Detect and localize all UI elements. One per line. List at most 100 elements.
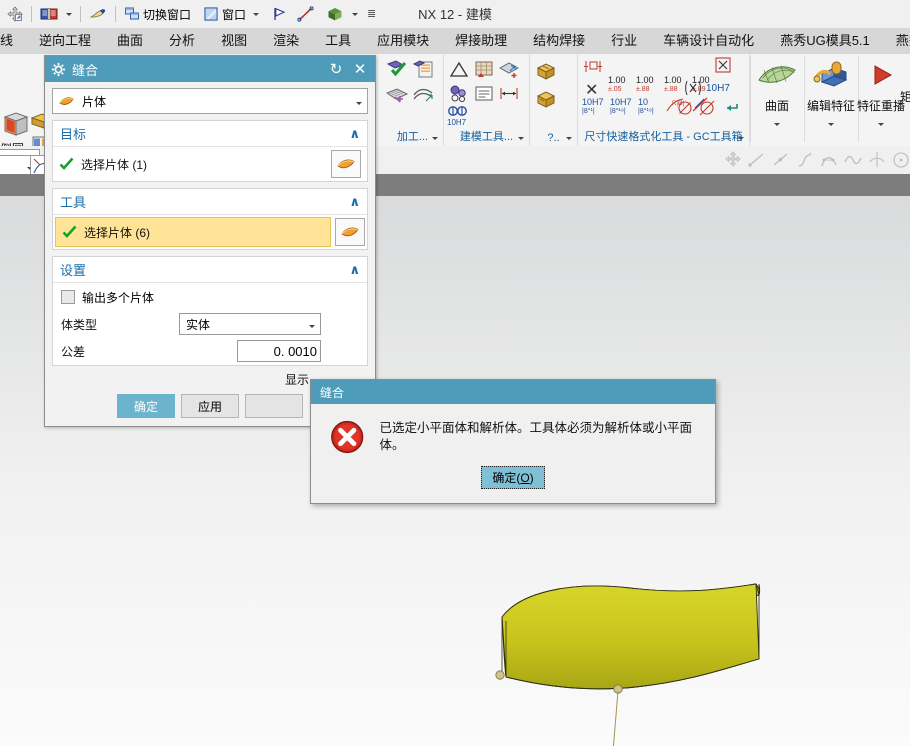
qat-measure-button[interactable] <box>294 3 318 25</box>
sew-body-type-caret-icon[interactable] <box>309 325 315 328</box>
menu-item-2[interactable]: 曲面 <box>104 28 156 54</box>
ribbon-button-edit-feature[interactable]: 编辑特征 <box>806 58 856 129</box>
model-sheet-body[interactable] <box>460 559 820 746</box>
sew-ok-button[interactable]: 确定 <box>117 394 175 418</box>
chevron-up-icon[interactable]: ∧ <box>349 194 360 210</box>
return-arrow-icon[interactable] <box>722 100 740 116</box>
circle-center-icon[interactable] <box>890 149 910 171</box>
ribbon-button-feature-replay-caret-icon[interactable] <box>878 123 884 126</box>
ribbon-group-modeling-tools-caret-icon[interactable] <box>518 137 524 140</box>
menu-item-12[interactable]: 燕秀UG模具5.1 <box>767 28 883 54</box>
sew-multi-sheet-checkbox[interactable] <box>61 290 75 304</box>
gc-fit-label[interactable]: 10H7 <box>706 83 730 94</box>
close-icon[interactable]: ✕ <box>351 60 369 78</box>
sew-cancel-button[interactable] <box>245 394 303 418</box>
qat-switch-window-label: 切换窗口 <box>143 7 192 22</box>
block-stack-2-icon[interactable] <box>534 88 560 112</box>
qat-book-button[interactable] <box>37 3 75 25</box>
sew-target-select-button[interactable] <box>331 150 361 178</box>
no-diameter-2-icon[interactable] <box>698 99 718 117</box>
no-diameter-icon[interactable] <box>676 99 696 117</box>
menubar: 线 逆向工程 曲面 分析 视图 渲染 工具 应用模块 焊接助理 结构焊接 行业 … <box>0 28 910 54</box>
sew-tool-select-button[interactable] <box>335 218 365 246</box>
ribbon-button-surface[interactable]: 曲面 <box>752 58 802 129</box>
sew-target-header[interactable]: 目标 ∧ <box>53 121 367 147</box>
fit-code-2[interactable]: 10H7 |8°¹⁹| <box>610 98 632 116</box>
ribbon-button-rect[interactable]: 矩 <box>896 58 910 105</box>
dim-tol-1[interactable]: 1.00 ±.05 <box>608 76 626 94</box>
ribbon-group-machining-label[interactable]: 加工... <box>382 128 443 144</box>
ribbon-group-gc-toolbox-label[interactable]: 尺寸快速格式化工具 - GC工具箱 <box>578 128 749 144</box>
qat-cube-caret-icon[interactable] <box>352 12 359 16</box>
mesh-surface-icon[interactable] <box>385 85 409 109</box>
fit-code-1[interactable]: 10H7 |8°¹| <box>582 98 604 116</box>
intersection-point-icon[interactable] <box>866 149 888 171</box>
menu-item-5[interactable]: 渲染 <box>260 28 312 54</box>
sew-tolerance-input[interactable]: 0. 0010 <box>237 340 321 362</box>
menu-item-10[interactable]: 行业 <box>598 28 650 54</box>
chevron-up-icon[interactable]: ∧ <box>349 126 360 142</box>
studio-spline-icon[interactable] <box>818 149 840 171</box>
line-icon[interactable] <box>746 149 768 171</box>
fit-tolerance-icon[interactable]: 10H7 <box>446 104 472 128</box>
dim-tol-3[interactable]: 1.00 ±.88 <box>664 76 682 94</box>
qat-brush-button[interactable] <box>86 3 110 25</box>
dim-tol-2[interactable]: 1.00 ±.88 <box>636 76 654 94</box>
sew-settings-header[interactable]: 设置 ∧ <box>53 257 367 283</box>
add-region-icon[interactable] <box>498 59 520 81</box>
menu-item-7[interactable]: 应用模块 <box>364 28 442 54</box>
note-icon[interactable] <box>473 83 495 105</box>
menu-item-0[interactable]: 线 <box>0 28 26 54</box>
ribbon-button-surface-caret-icon[interactable] <box>774 123 780 126</box>
qat-cube-button[interactable]: ≣ <box>323 3 379 25</box>
copy-properties-icon[interactable] <box>412 58 436 82</box>
qat-switch-window-button[interactable]: 切换窗口 <box>121 3 194 25</box>
error-ok-button[interactable]: 确定(O) <box>481 466 545 489</box>
qat-book-caret-icon[interactable] <box>66 12 72 16</box>
reset-icon[interactable]: ↻ <box>327 60 345 78</box>
menu-item-11[interactable]: 车辆设计自动化 <box>650 28 767 54</box>
grid-table-icon[interactable] <box>473 59 495 81</box>
triangle-icon[interactable] <box>448 59 470 81</box>
dim-format-icon[interactable] <box>582 57 604 77</box>
check-surface-icon[interactable] <box>385 58 409 82</box>
dimension-arrow-icon[interactable] <box>498 83 520 105</box>
block-body-icon[interactable] <box>1 109 31 139</box>
ribbon-button-edit-feature-caret-icon[interactable] <box>828 123 834 126</box>
qat-window-button[interactable]: 窗口 <box>200 3 262 25</box>
chevron-up-icon[interactable]: ∧ <box>349 262 360 278</box>
paren-x-icon[interactable] <box>684 78 706 98</box>
spline-icon[interactable] <box>794 149 816 171</box>
surface-analysis-icon[interactable] <box>412 85 436 109</box>
ribbon-group-modeling-tools-label[interactable]: 建模工具... <box>444 128 529 144</box>
menu-item-9[interactable]: 结构焊接 <box>520 28 598 54</box>
line-2-icon[interactable] <box>770 149 792 171</box>
qat-move-handle-button[interactable] <box>4 3 26 25</box>
sew-target-select-row[interactable]: 选择片体 (1) <box>53 147 367 181</box>
sphere-cluster-icon[interactable] <box>448 83 470 105</box>
sew-tool-select-row[interactable]: 选择片体 (6) <box>55 217 331 247</box>
move-object-icon[interactable] <box>722 149 744 171</box>
menu-item-4[interactable]: 视图 <box>208 28 260 54</box>
qat-flag-button[interactable] <box>268 3 290 25</box>
ribbon-group-assembly-caret-icon[interactable] <box>566 137 572 140</box>
sew-multi-sheet-row[interactable]: 输出多个片体 <box>53 283 367 311</box>
menu-item-3[interactable]: 分析 <box>156 28 208 54</box>
menu-item-1[interactable]: 逆向工程 <box>26 28 104 54</box>
ribbon-group-machining-caret-icon[interactable] <box>432 137 438 140</box>
menu-item-8[interactable]: 焊接助理 <box>442 28 520 54</box>
sew-body-type-combo[interactable]: 实体 <box>179 313 321 335</box>
ribbon-group-gc-toolbox-caret-icon[interactable] <box>738 137 744 140</box>
fit-code-3[interactable]: 10 |8°¹⁹| <box>638 98 654 116</box>
menu-item-13[interactable]: 燕秀UG工 <box>883 28 910 54</box>
qat-overflow-icon[interactable]: ≣ <box>367 9 376 20</box>
wave-curve-icon[interactable] <box>842 149 864 171</box>
sew-apply-button[interactable]: 应用 <box>181 394 239 418</box>
menu-item-6[interactable]: 工具 <box>312 28 364 54</box>
sew-tool-header[interactable]: 工具 ∧ <box>53 189 367 215</box>
sew-type-caret-icon[interactable] <box>356 102 362 105</box>
block-stack-icon[interactable] <box>534 60 560 84</box>
boxed-x-icon[interactable] <box>713 55 735 75</box>
sew-type-combo[interactable]: 片体 <box>52 88 368 114</box>
qat-window-caret-icon[interactable] <box>253 12 260 16</box>
